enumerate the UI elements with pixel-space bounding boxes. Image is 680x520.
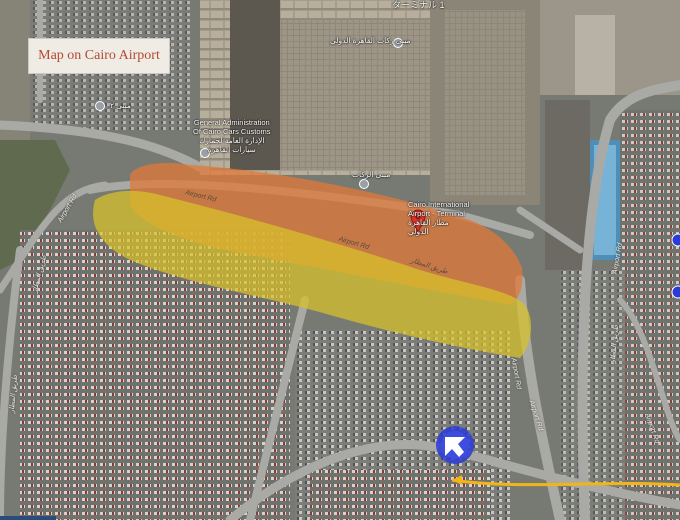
satellite-imagery — [0, 0, 680, 520]
poi-icon — [359, 179, 369, 189]
terminal-top-label: ターミナル 1 — [392, 0, 445, 10]
map-title: Map on Cairo Airport — [28, 38, 170, 74]
poi-icon — [671, 233, 680, 247]
arabic-top-label: مبنى ركاب القاهرة الدولي — [330, 36, 411, 45]
map-view[interactable]: Map on Cairo Airport ターミナル 1 مبنى ركاب ا… — [0, 0, 680, 520]
arabic-mid-label: مبنى الركاب — [352, 170, 391, 179]
attribution-tab[interactable] — [0, 516, 56, 520]
airport-name-label: Cairo International Airport - Terminal م… — [408, 200, 470, 236]
poi-left-label: مبنى ٢ — [110, 101, 131, 110]
customs-label: General Administration Of Cairo Cars Cus… — [193, 118, 271, 154]
direction-arrow-icon — [436, 426, 474, 464]
poi-icon — [671, 285, 680, 299]
poi-icon — [95, 101, 105, 111]
